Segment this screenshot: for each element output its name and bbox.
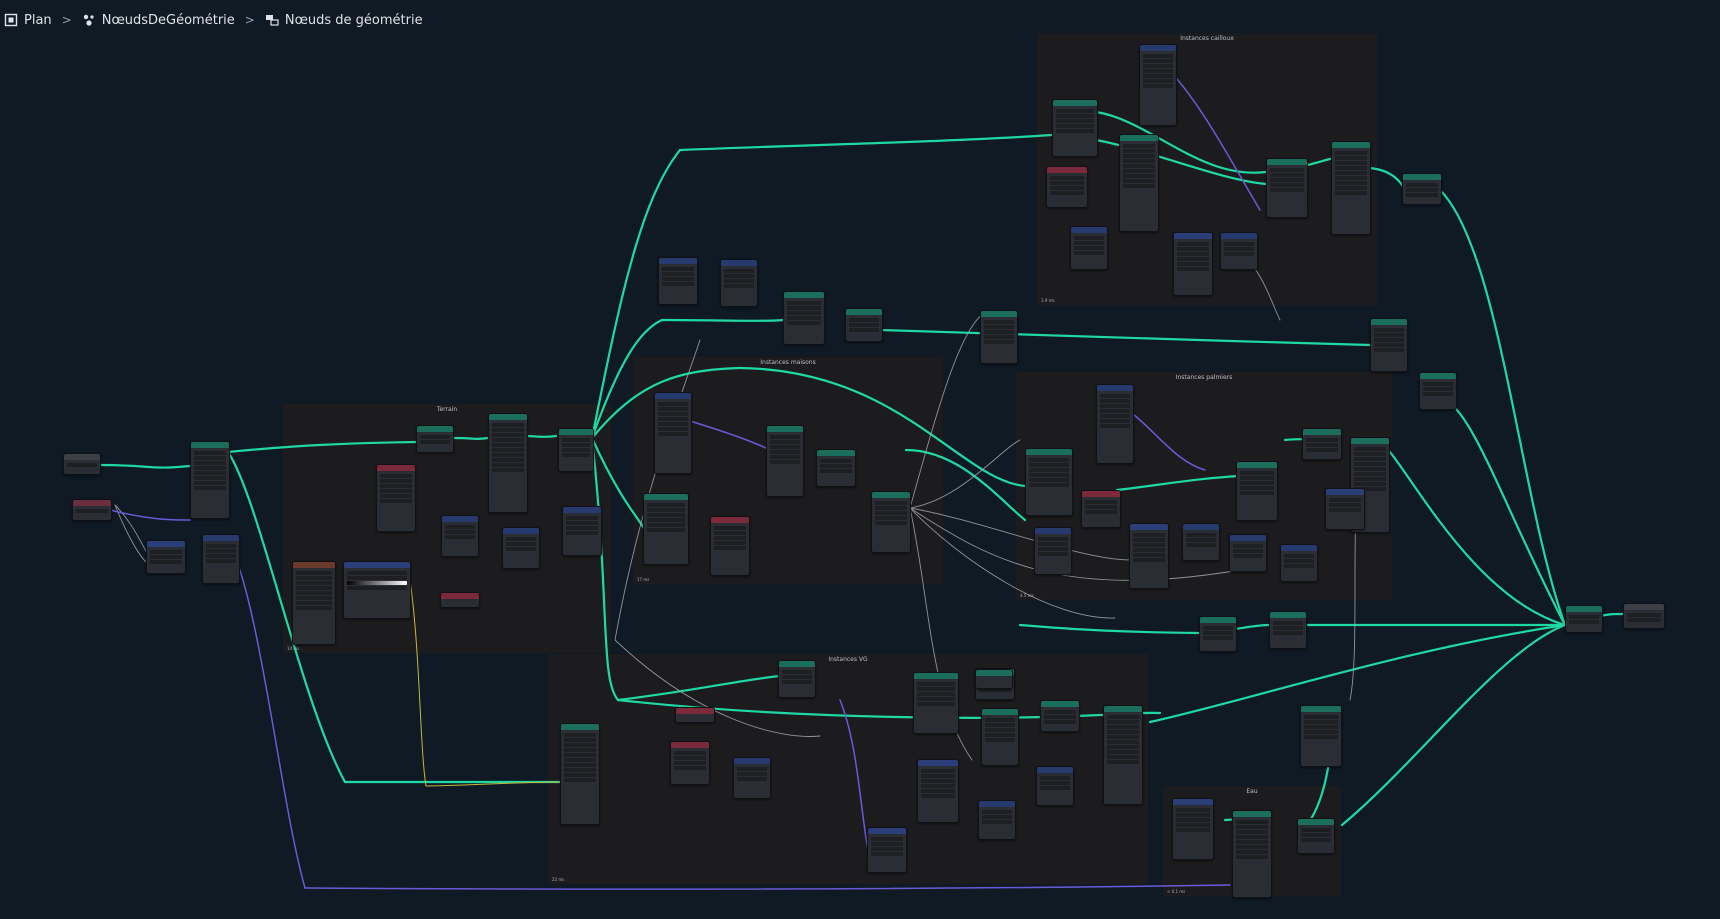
node-instance-on-points[interactable]	[1266, 158, 1308, 218]
node-multiply[interactable]	[202, 534, 240, 584]
node-multiply[interactable]	[441, 515, 479, 557]
node-normal[interactable]	[440, 592, 480, 608]
node-set-shade-smooth[interactable]	[1269, 611, 1307, 649]
node-group-input[interactable]	[63, 453, 101, 475]
node-store-named-attribute[interactable]	[1370, 318, 1408, 372]
node-collection-info[interactable]	[1046, 166, 1088, 208]
node-math[interactable]	[1220, 232, 1258, 270]
node-compare[interactable]	[1036, 766, 1074, 806]
node-noise-texture[interactable]	[292, 561, 336, 645]
node-transform-geometry[interactable]	[1103, 705, 1143, 805]
node-realize-instances[interactable]	[1040, 700, 1080, 732]
node-links	[98, 59, 1626, 890]
node-multiply[interactable]	[502, 527, 540, 569]
node-align-euler[interactable]	[867, 827, 907, 873]
node-collection-info[interactable]	[1081, 490, 1121, 528]
node-compare[interactable]	[1229, 534, 1267, 572]
node-set-material[interactable]	[1199, 616, 1237, 652]
node-math[interactable]	[978, 800, 1016, 840]
node-store-named-attribute[interactable]	[980, 310, 1018, 364]
node-grid[interactable]	[1172, 798, 1214, 860]
node-instance-on-points[interactable]	[1236, 461, 1278, 521]
node-join-geometry[interactable]	[1565, 605, 1603, 633]
node-curve-to-mesh[interactable]	[560, 723, 600, 825]
node-distribute-points-on-faces[interactable]	[1052, 99, 1098, 157]
node-set-material[interactable]	[845, 308, 883, 342]
node-normal[interactable]	[675, 707, 715, 723]
node-capture-attribute[interactable]	[778, 660, 816, 698]
node-attribute-statistic[interactable]	[1325, 488, 1365, 530]
node-color-ramp[interactable]	[343, 561, 411, 619]
node-map-range[interactable]	[1129, 523, 1169, 589]
node-transform-geometry[interactable]	[488, 413, 528, 513]
node-distribute-points-on-faces[interactable]	[1025, 448, 1073, 516]
node-random-value[interactable]	[733, 757, 771, 799]
node-header	[976, 670, 1012, 676]
node-math[interactable]	[1182, 523, 1220, 561]
node-realize-instances[interactable]	[816, 449, 856, 487]
node-set-position[interactable]	[558, 428, 594, 472]
node-map-range[interactable]	[917, 759, 959, 823]
node-object-info[interactable]	[710, 516, 750, 576]
node-random-value[interactable]	[1034, 527, 1072, 575]
node-set-shade-smooth[interactable]	[1419, 372, 1457, 410]
node-group-output[interactable]	[1623, 603, 1665, 629]
node-instance-on-points[interactable]	[766, 425, 804, 497]
node-transform-geometry[interactable]	[1331, 141, 1371, 235]
node-distribute-points-on-faces[interactable]	[913, 672, 959, 734]
node-set-material[interactable]	[1402, 173, 1442, 205]
node-value[interactable]	[72, 499, 112, 521]
node-geometry-proximity[interactable]	[1300, 705, 1342, 767]
node-collection-info[interactable]	[670, 741, 710, 785]
node-header	[441, 593, 479, 599]
node-transform-geometry[interactable]	[190, 441, 230, 519]
node-sample-nearest[interactable]	[975, 669, 1013, 689]
node-random-value[interactable]	[1139, 44, 1177, 126]
node-multiply-vector[interactable]	[720, 259, 758, 307]
node-gradient-texture[interactable]	[376, 464, 416, 532]
node-header	[676, 708, 714, 714]
node-vector-multiply[interactable]	[562, 506, 602, 556]
node-transform-geometry[interactable]	[1232, 810, 1272, 898]
node-random-value[interactable]	[1070, 226, 1108, 270]
node-store-named-attribute[interactable]	[783, 291, 825, 345]
node-combine-xyz[interactable]	[146, 540, 186, 574]
node-greater-than[interactable]	[1280, 544, 1318, 582]
node-map-range[interactable]	[1173, 232, 1213, 296]
node-random-value[interactable]	[654, 392, 692, 474]
node-separate-uv[interactable]	[658, 257, 698, 305]
node-random-value[interactable]	[1096, 384, 1134, 464]
node-distribute-points-on-faces[interactable]	[643, 493, 689, 565]
node-realize-instances[interactable]	[1302, 428, 1342, 460]
node-geometry-proximity[interactable]	[871, 491, 911, 553]
node-set-material[interactable]	[1297, 818, 1335, 854]
node-subdivide-mesh[interactable]	[416, 425, 454, 453]
node-instance-on-points[interactable]	[981, 708, 1019, 766]
node-transform-geometry[interactable]	[1119, 134, 1159, 232]
